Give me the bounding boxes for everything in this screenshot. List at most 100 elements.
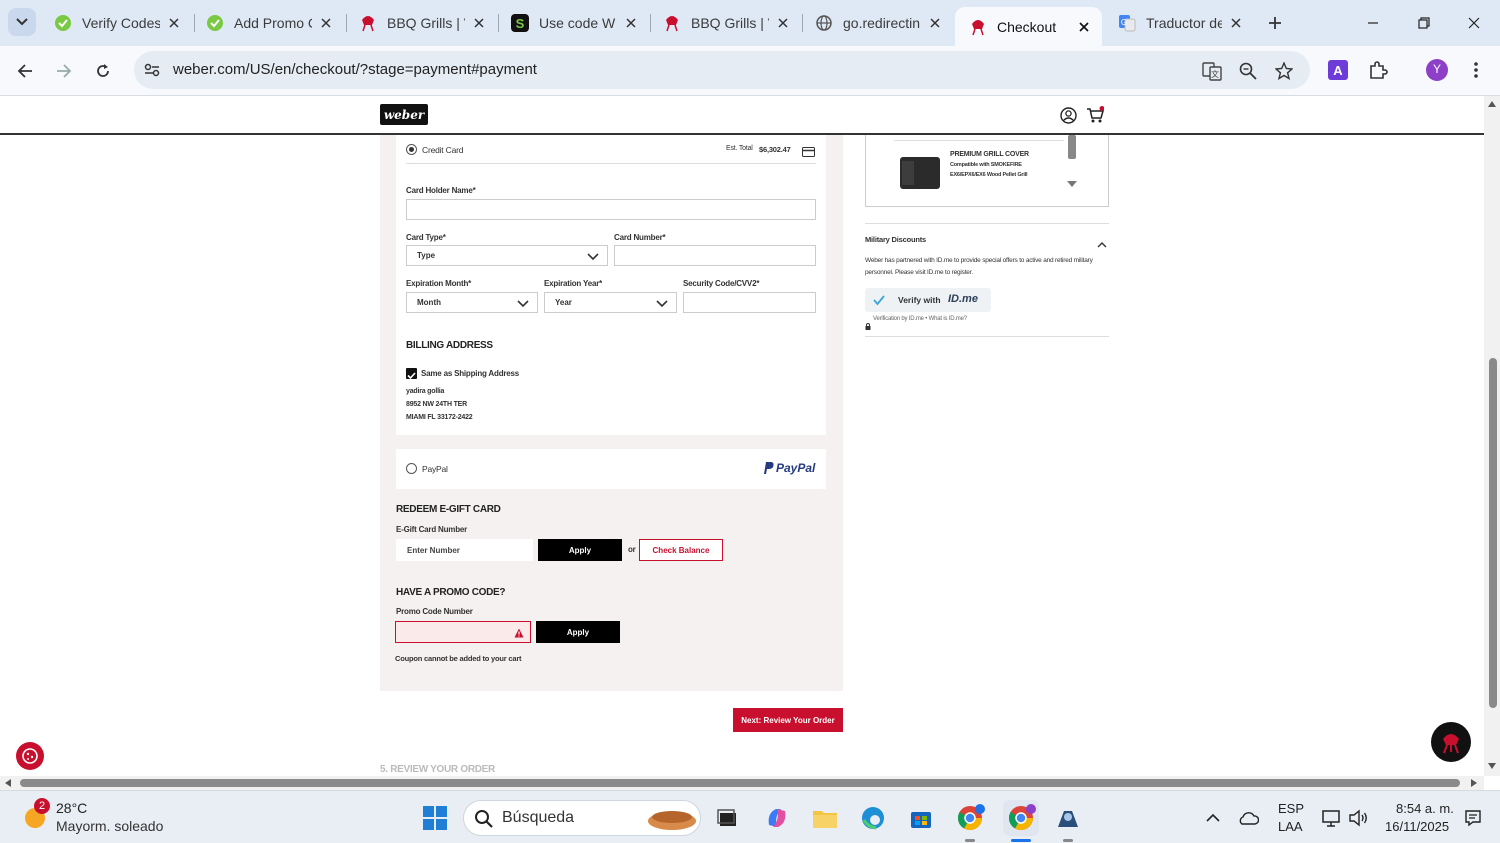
paypal-option[interactable]: PayPal PayPal: [396, 449, 826, 489]
promo-code-input[interactable]: [395, 621, 531, 643]
tray-overflow-chevron-icon[interactable]: [1198, 803, 1228, 833]
vertical-scrollbar[interactable]: [1484, 96, 1500, 776]
exp-month-select[interactable]: Month: [406, 292, 538, 313]
tab-use-code[interactable]: S Use code W: [497, 6, 649, 40]
card-type-select[interactable]: Type: [406, 245, 608, 266]
close-tab-icon[interactable]: [775, 15, 791, 31]
next-review-order-button[interactable]: Next: Review Your Order: [733, 708, 843, 732]
start-button[interactable]: [420, 803, 450, 833]
back-button[interactable]: [11, 57, 39, 85]
close-tab-icon[interactable]: [623, 15, 639, 31]
check-balance-button[interactable]: Check Balance: [639, 539, 723, 561]
running-indicator: [965, 839, 975, 842]
billing-address-title: BILLING ADDRESS: [406, 340, 493, 351]
chevron-down-icon: [587, 253, 599, 261]
cvv-input[interactable]: [683, 292, 816, 313]
close-tab-icon[interactable]: [318, 15, 334, 31]
tab-title: BBQ Grills | V: [387, 15, 465, 31]
game-app-icon[interactable]: [1053, 803, 1083, 833]
minimize-button[interactable]: [1360, 10, 1386, 36]
cvv-label: Security Code/CVV2*: [683, 279, 760, 288]
profile-avatar[interactable]: Y: [1425, 58, 1449, 82]
tab-translator[interactable]: G Traductor de: [1104, 6, 1254, 40]
close-tab-icon[interactable]: [1228, 15, 1244, 31]
translate-page-icon[interactable]: 文: [1202, 61, 1222, 81]
egift-apply-button[interactable]: Apply: [538, 539, 622, 561]
forward-button[interactable]: [50, 57, 78, 85]
cookie-icon: [22, 748, 38, 764]
address-bar[interactable]: weber.com/US/en/checkout/?stage=payment#…: [134, 51, 1310, 89]
tab-add-promo[interactable]: Add Promo C: [192, 6, 344, 40]
close-tab-icon[interactable]: [471, 15, 487, 31]
same-as-shipping-checkbox[interactable]: [406, 368, 417, 380]
tab-bbq-grills-2[interactable]: BBQ Grills | V: [649, 6, 801, 40]
address-name: yadira gollia: [406, 388, 445, 395]
account-icon[interactable]: [1059, 106, 1077, 124]
scroll-down-arrow-icon: [1488, 763, 1496, 769]
file-explorer-icon[interactable]: [810, 803, 840, 833]
taskbar-search[interactable]: Búsqueda: [463, 800, 701, 836]
browser-tab-bar: Verify Codes Add Promo C BBQ Grills | V …: [0, 0, 1500, 46]
promo-title: HAVE A PROMO CODE?: [396, 587, 506, 598]
exp-year-select[interactable]: Year: [544, 292, 677, 313]
chrome-icon[interactable]: [955, 803, 985, 833]
scroll-down-arrow-icon[interactable]: [1066, 175, 1078, 193]
onedrive-cloud-icon[interactable]: [1233, 803, 1263, 833]
close-tab-icon[interactable]: [927, 15, 943, 31]
close-tab-icon[interactable]: [166, 15, 182, 31]
notifications-icon[interactable]: [1458, 803, 1488, 833]
tab-redirect[interactable]: go.redirectin: [801, 6, 953, 40]
language-top[interactable]: ESP: [1278, 801, 1304, 816]
site-info-icon[interactable]: [142, 60, 162, 80]
url-text: weber.com/US/en/checkout/?stage=payment#…: [173, 61, 537, 78]
clock-date[interactable]: 16/11/2025: [1385, 819, 1449, 834]
horizontal-scroll-thumb[interactable]: [20, 779, 1460, 787]
summary-scroll-thumb[interactable]: [1068, 135, 1076, 159]
verify-idme-button[interactable]: Verify with ID.me: [865, 288, 991, 312]
new-tab-button[interactable]: [1262, 10, 1288, 36]
vertical-scroll-thumb[interactable]: [1489, 358, 1497, 708]
store-icon[interactable]: [906, 803, 936, 833]
credit-card-label: Credit Card: [422, 145, 464, 155]
paypal-radio[interactable]: [406, 463, 417, 474]
extensions-puzzle-icon[interactable]: [1366, 58, 1390, 82]
browser-menu-icon[interactable]: [1464, 58, 1488, 82]
tab-checkout[interactable]: Checkout: [955, 7, 1102, 46]
card-holder-input[interactable]: [406, 199, 816, 220]
network-icon[interactable]: [1317, 803, 1347, 833]
weather-widget[interactable]: 2: [20, 798, 50, 831]
bookmark-star-icon[interactable]: [1274, 61, 1294, 81]
tab-search-menu-button[interactable]: [8, 8, 36, 36]
language-bottom[interactable]: LAA: [1278, 819, 1303, 834]
chevron-down-icon: [517, 300, 529, 308]
card-number-input[interactable]: [614, 245, 816, 266]
close-window-button[interactable]: [1461, 10, 1487, 36]
promo-apply-button[interactable]: Apply: [536, 621, 620, 643]
step-review-order-heading: 5. REVIEW YOUR ORDER: [380, 764, 495, 775]
zoom-icon[interactable]: [1238, 61, 1258, 81]
cart-icon[interactable]: [1086, 106, 1104, 124]
credit-card-radio[interactable]: [406, 144, 417, 155]
warning-icon: [514, 628, 524, 638]
tab-bbq-grills-1[interactable]: BBQ Grills | V: [345, 6, 497, 40]
chevron-up-icon[interactable]: [1097, 235, 1107, 253]
order-summary-box: PREMIUM GRILL COVER Compatible with SMOK…: [865, 135, 1109, 207]
reload-button[interactable]: [89, 57, 117, 85]
clock-time[interactable]: 8:54 a. m.: [1396, 801, 1454, 816]
chrome-active-icon[interactable]: [1003, 800, 1039, 836]
close-tab-icon[interactable]: [1076, 19, 1092, 35]
restore-button[interactable]: [1411, 10, 1437, 36]
cookie-settings-button[interactable]: [16, 742, 44, 770]
tab-verify-codes[interactable]: Verify Codes: [40, 6, 192, 40]
task-view-icon[interactable]: [712, 803, 742, 833]
chat-help-button[interactable]: [1431, 722, 1471, 762]
horizontal-scrollbar[interactable]: [0, 776, 1484, 790]
extension-a-icon[interactable]: A: [1326, 58, 1350, 82]
copilot-icon[interactable]: [762, 803, 792, 833]
logo-text: weber: [383, 107, 425, 122]
weber-logo[interactable]: weber: [380, 104, 428, 125]
edge-icon[interactable]: [858, 803, 888, 833]
egift-number-input[interactable]: Enter Number: [396, 539, 533, 561]
volume-icon[interactable]: [1344, 803, 1374, 833]
checkmark-icon: [407, 372, 416, 380]
